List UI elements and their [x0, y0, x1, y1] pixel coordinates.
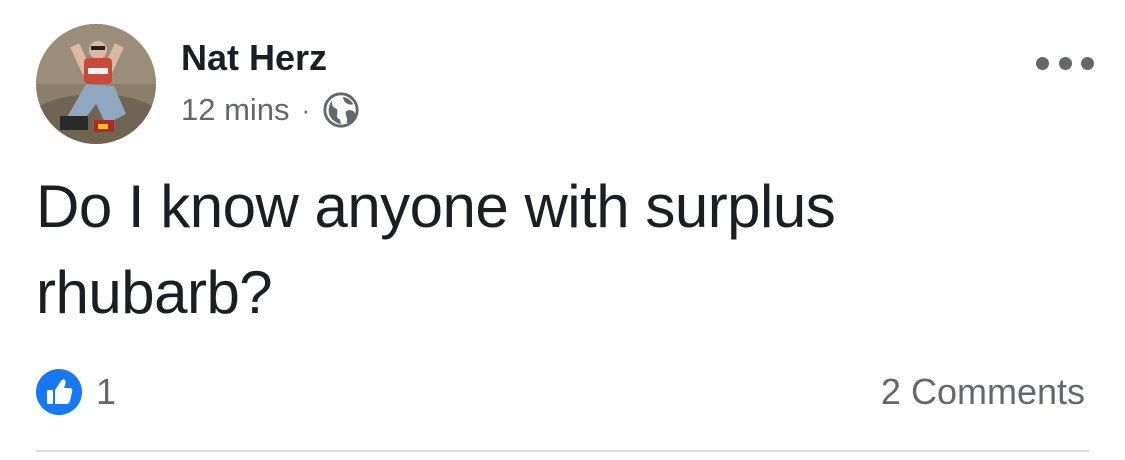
globe-icon[interactable]: [322, 91, 360, 129]
avatar[interactable]: [36, 24, 156, 144]
meta-separator: ·: [301, 95, 311, 125]
avatar-photo: [36, 24, 156, 144]
reaction-count: 1: [96, 371, 117, 412]
divider: [36, 450, 1089, 452]
feed-post: Nat Herz 12 mins · Do I know anyone with…: [0, 0, 1125, 460]
post-meta: 12 mins ·: [181, 90, 360, 130]
comments-count-link[interactable]: 2 Comments: [881, 368, 1085, 416]
reactions-summary[interactable]: 1: [36, 368, 116, 416]
dot: [1081, 56, 1094, 70]
dot: [1036, 56, 1049, 70]
post-text: Do I know anyone with surplus rhubarb?: [36, 173, 836, 326]
author-name[interactable]: Nat Herz: [181, 38, 327, 78]
more-options-icon[interactable]: [1036, 46, 1094, 80]
post-timestamp[interactable]: 12 mins: [181, 90, 290, 130]
like-icon: [36, 369, 82, 415]
dot: [1058, 56, 1072, 70]
